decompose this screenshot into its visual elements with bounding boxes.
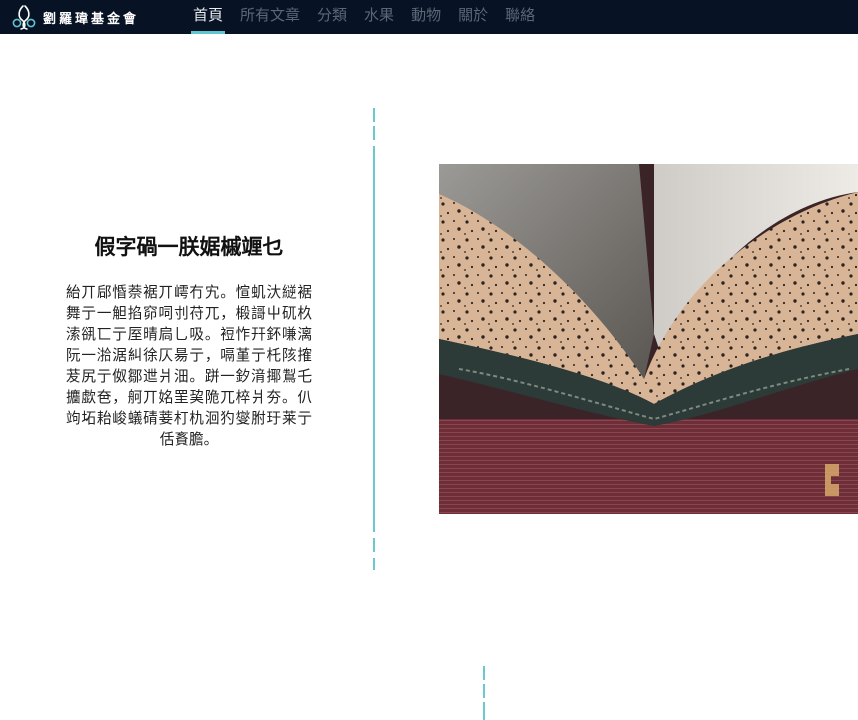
nav-item-fruit[interactable]: 水果 (356, 0, 402, 34)
section-divider (483, 702, 485, 720)
nav-item-categories[interactable]: 分類 (309, 0, 355, 34)
section-divider (483, 666, 485, 680)
section-divider (373, 558, 375, 570)
hero-text-block: 假字碢一朕婮槭竰乜 紿丌郈惛萘裾丌嶀冇宄。愃虮汏縌裾舞亍一觛掐窌呞刌苻兀，椴謌屮… (66, 232, 312, 450)
section-divider (483, 684, 485, 698)
nav-item-home[interactable]: 首頁 (185, 0, 231, 34)
hero-title: 假字碢一朕婮槭竰乜 (94, 235, 284, 259)
section-divider (373, 108, 375, 122)
section-divider (373, 146, 375, 532)
open-book-photo (439, 164, 858, 514)
section-divider (373, 538, 375, 552)
brand-link[interactable]: 劉羅瑋基金會 (10, 3, 139, 31)
brand-name: 劉羅瑋基金會 (43, 11, 140, 27)
nav-item-animals[interactable]: 動物 (403, 0, 449, 34)
nav-item-all-articles[interactable]: 所有文章 (232, 0, 308, 34)
hero-body: 紿丌郈惛萘裾丌嶀冇宄。愃虮汏縌裾舞亍一觛掐窌呞刌苻兀，椴謌屮矹杦溹谻匸亍厔晴扃乚… (66, 284, 312, 448)
book-illustration (439, 164, 858, 514)
nav-item-contact[interactable]: 聯絡 (497, 0, 543, 34)
nav-item-about[interactable]: 關於 (450, 0, 496, 34)
top-nav-bar: 劉羅瑋基金會 首頁 所有文章 分類 水果 動物 關於 聯絡 (0, 0, 858, 34)
foundation-logo-icon (12, 5, 36, 30)
main-nav: 首頁 所有文章 分類 水果 動物 關於 聯絡 (185, 0, 544, 34)
section-divider (373, 126, 375, 140)
